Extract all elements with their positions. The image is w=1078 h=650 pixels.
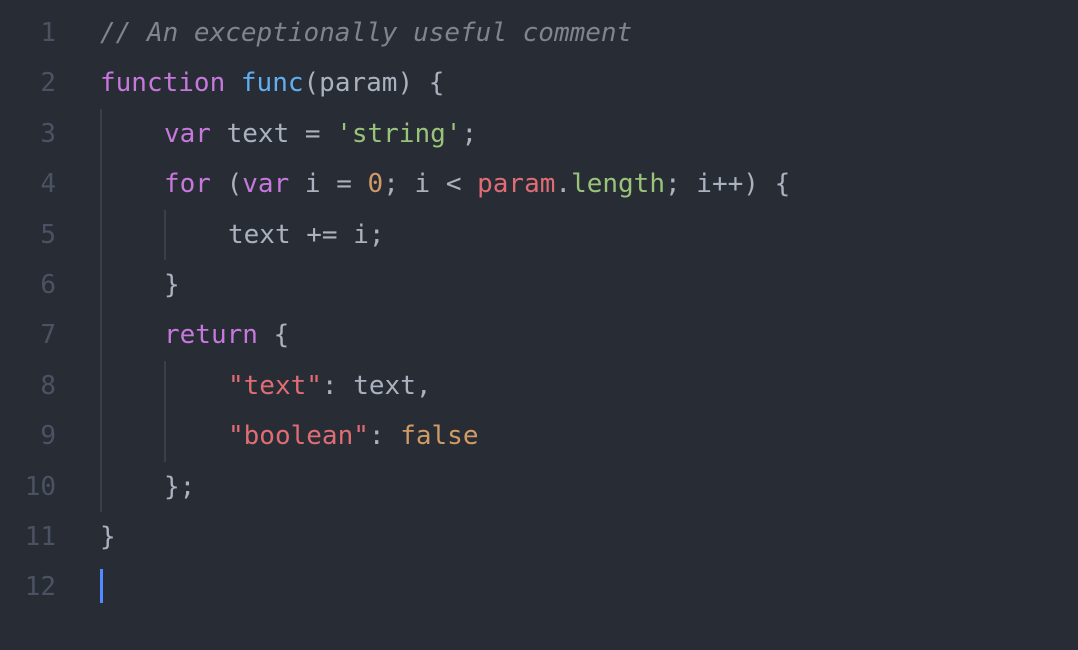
token-keyword: return (164, 320, 258, 350)
code-line[interactable]: "boolean": false (80, 411, 1078, 461)
code-line[interactable]: } (80, 260, 1078, 310)
token-punc: { (258, 320, 289, 350)
indent-guide (164, 411, 166, 461)
indent-guide (100, 109, 102, 159)
line-number: 11 (0, 512, 56, 562)
token-punc: ; (383, 169, 414, 199)
code-line[interactable]: } (80, 512, 1078, 562)
token-punc (211, 119, 227, 149)
token-comment: // An exceptionally useful comment (100, 18, 632, 48)
token-punc: }; (164, 472, 195, 502)
indent-guide (164, 361, 166, 411)
token-keyword: for (164, 169, 211, 199)
token-punc: : (369, 421, 400, 451)
token-var: i (353, 220, 369, 250)
token-const: false (400, 421, 478, 451)
line-number: 2 (0, 58, 56, 108)
token-var: text (227, 119, 305, 149)
token-punc: ( (304, 68, 320, 98)
token-punc (321, 119, 337, 149)
token-punc: ( (211, 169, 242, 199)
code-line[interactable]: var text = 'string'; (80, 109, 1078, 159)
token-var: i (696, 169, 712, 199)
token-punc (352, 169, 368, 199)
token-keyword: function (100, 68, 225, 98)
token-keyword: var (164, 119, 211, 149)
line-number: 8 (0, 361, 56, 411)
token-punc: ; (461, 119, 477, 149)
token-punc (225, 68, 241, 98)
token-op: = (305, 119, 321, 149)
text-cursor (100, 569, 103, 603)
line-number: 10 (0, 462, 56, 512)
token-punc: ) { (397, 68, 444, 98)
token-punc (461, 169, 477, 199)
token-op: += (306, 220, 337, 250)
token-keyword: var (242, 169, 289, 199)
token-str: 'string' (336, 119, 461, 149)
token-var: i (305, 169, 336, 199)
line-number: 5 (0, 210, 56, 260)
token-prop2: length (571, 169, 665, 199)
token-funcname: func (241, 68, 304, 98)
token-punc: : (322, 371, 353, 401)
token-punc: } (164, 270, 180, 300)
code-editor[interactable]: 123456789101112 // An exceptionally usef… (0, 0, 1078, 650)
token-punc (289, 169, 305, 199)
line-number: 4 (0, 159, 56, 209)
line-number: 12 (0, 562, 56, 612)
token-op: ++ (712, 169, 743, 199)
code-line[interactable]: return { (80, 310, 1078, 360)
token-param: param (319, 68, 397, 98)
code-line[interactable] (80, 562, 1078, 612)
code-line[interactable]: function func(param) { (80, 58, 1078, 108)
indent-guide (164, 210, 166, 260)
token-key: param (477, 169, 555, 199)
indent-guide (100, 310, 102, 360)
indent-guide (100, 462, 102, 512)
line-number: 6 (0, 260, 56, 310)
line-number: 9 (0, 411, 56, 461)
token-punc: ) { (743, 169, 790, 199)
indent-guide (100, 210, 102, 260)
code-line[interactable]: // An exceptionally useful comment (80, 8, 1078, 58)
token-key: "boolean" (228, 421, 369, 451)
code-line[interactable]: "text": text, (80, 361, 1078, 411)
token-punc: } (100, 522, 116, 552)
code-line[interactable]: text += i; (80, 210, 1078, 260)
line-number: 3 (0, 109, 56, 159)
indent-guide (100, 260, 102, 310)
token-punc: ; (665, 169, 696, 199)
token-punc (338, 220, 354, 250)
code-area[interactable]: // An exceptionally useful comment functi… (80, 8, 1078, 650)
line-number: 7 (0, 310, 56, 360)
token-op: = (336, 169, 352, 199)
code-line[interactable]: }; (80, 462, 1078, 512)
line-number-gutter: 123456789101112 (0, 8, 80, 650)
indent-guide (100, 159, 102, 209)
token-punc: ; (369, 220, 385, 250)
line-number: 1 (0, 8, 56, 58)
token-num: 0 (368, 169, 384, 199)
token-var: text (353, 371, 416, 401)
code-line[interactable]: for (var i = 0; i < param.length; i++) { (80, 159, 1078, 209)
token-var: i (415, 169, 446, 199)
token-punc: . (555, 169, 571, 199)
token-punc: , (416, 371, 432, 401)
token-key: "text" (228, 371, 322, 401)
token-var: text (228, 220, 306, 250)
indent-guide (100, 361, 102, 411)
indent-guide (100, 411, 102, 461)
token-op: < (446, 169, 462, 199)
